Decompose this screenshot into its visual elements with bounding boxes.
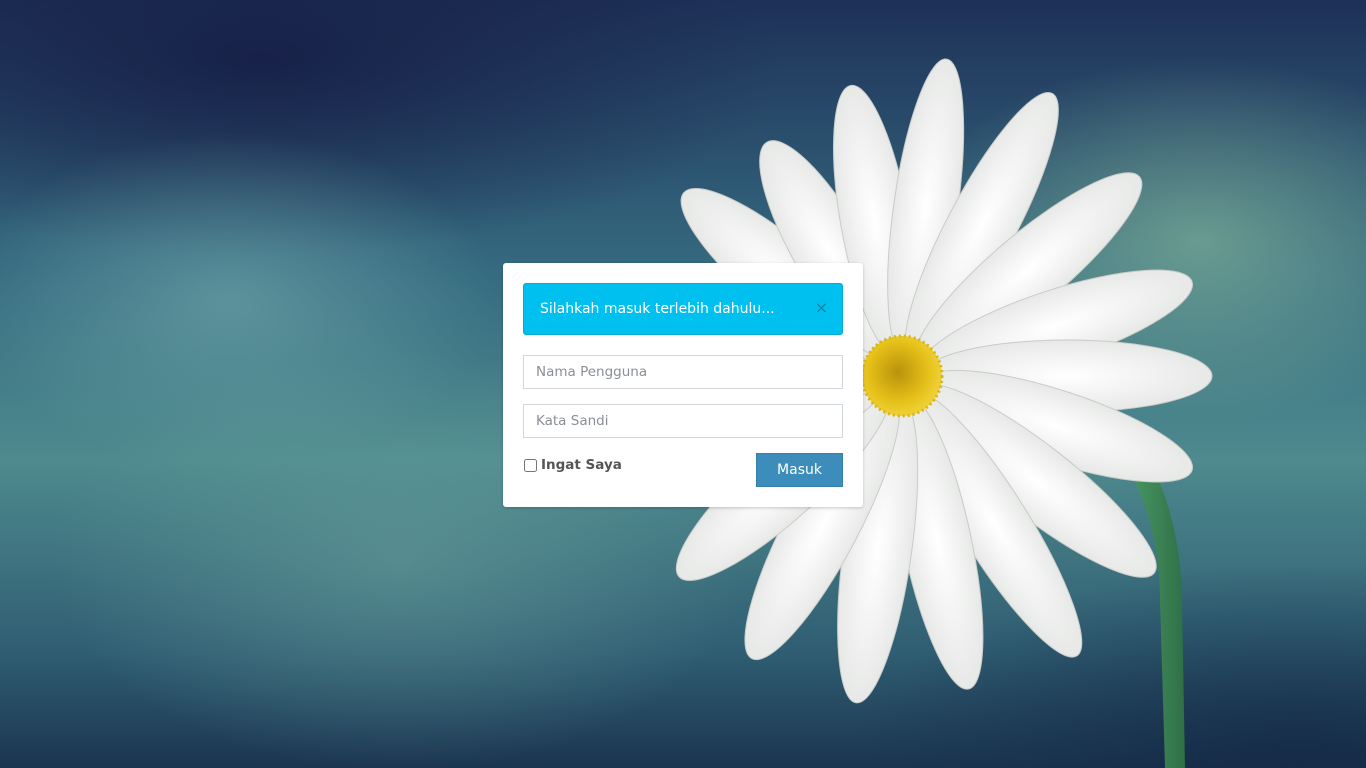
form-actions: Ingat Saya Masuk [523, 453, 843, 487]
password-input[interactable] [523, 404, 843, 438]
alert-message: Silahkah masuk terlebih dahulu... [540, 301, 775, 317]
login-button[interactable]: Masuk [756, 453, 843, 487]
remember-me[interactable]: Ingat Saya [523, 457, 622, 473]
close-icon[interactable]: × [815, 284, 828, 332]
info-alert: Silahkah masuk terlebih dahulu... × [523, 283, 843, 335]
username-input[interactable] [523, 355, 843, 389]
remember-label: Ingat Saya [541, 457, 622, 473]
remember-checkbox[interactable] [524, 458, 537, 472]
login-box: Silahkah masuk terlebih dahulu... × Inga… [503, 263, 863, 507]
